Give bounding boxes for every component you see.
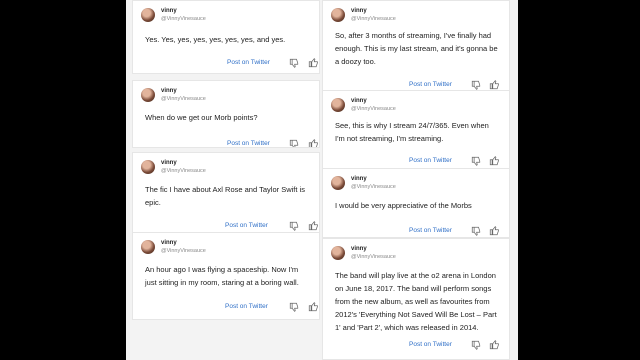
username: vinny	[351, 246, 367, 252]
tweet-card: vinny @VinnyVinesauce So, after 3 months…	[322, 0, 510, 96]
thumbs-up-icon[interactable]	[308, 302, 318, 312]
tweet-card: vinny @VinnyVinesauce Yes. Yes, yes, yes…	[132, 0, 320, 74]
username: vinny	[161, 88, 177, 94]
user-handle: @VinnyVinesauce	[351, 254, 396, 260]
avatar	[141, 88, 155, 102]
username: vinny	[161, 8, 177, 14]
tweet-card: vinny @VinnyVinesauce See, this is why I…	[322, 90, 510, 170]
user-handle: @VinnyVinesauce	[161, 168, 206, 174]
tweet-card: vinny @VinnyVinesauce An hour ago I was …	[132, 232, 320, 320]
post-on-twitter-link[interactable]: Post on Twitter	[409, 81, 452, 88]
user-handle: @VinnyVinesauce	[161, 96, 206, 102]
username: vinny	[351, 8, 367, 14]
tweet-card: vinny @VinnyVinesauce The fic I have abo…	[132, 152, 320, 234]
tweet-text: The band will play live at the o2 arena …	[335, 271, 497, 332]
tweet-card: vinny @VinnyVinesauce The band will play…	[322, 238, 510, 360]
post-on-twitter-link[interactable]: Post on Twitter	[227, 140, 270, 147]
post-on-twitter-link[interactable]: Post on Twitter	[225, 303, 268, 310]
post-on-twitter-link[interactable]: Post on Twitter	[409, 341, 452, 348]
thumbs-down-icon[interactable]	[289, 139, 299, 147]
avatar	[331, 8, 345, 22]
avatar	[141, 160, 155, 174]
thumbs-up-icon[interactable]	[489, 340, 499, 350]
avatar	[141, 8, 155, 22]
thumbs-down-icon[interactable]	[289, 221, 299, 231]
tweet-text: When do we get our Morb points?	[145, 113, 258, 122]
thumbs-up-icon[interactable]	[489, 226, 499, 236]
tweet-card: vinny @VinnyVinesauce When do we get our…	[132, 80, 320, 148]
username: vinny	[351, 176, 367, 182]
tweet-feed-panel: vinny @VinnyVinesauce Yes. Yes, yes, yes…	[126, 0, 518, 360]
avatar	[331, 98, 345, 112]
thumbs-down-icon[interactable]	[289, 302, 299, 312]
user-handle: @VinnyVinesauce	[351, 16, 396, 22]
post-on-twitter-link[interactable]: Post on Twitter	[409, 157, 452, 164]
post-on-twitter-link[interactable]: Post on Twitter	[409, 227, 452, 234]
thumbs-up-icon[interactable]	[308, 139, 318, 147]
thumbs-down-icon[interactable]	[289, 58, 299, 68]
user-handle: @VinnyVinesauce	[161, 16, 206, 22]
thumbs-down-icon[interactable]	[471, 340, 481, 350]
tweet-card: vinny @VinnyVinesauce I would be very ap…	[322, 168, 510, 238]
tweet-text: See, this is why I stream 24/7/365. Even…	[335, 121, 489, 143]
username: vinny	[161, 240, 177, 246]
user-handle: @VinnyVinesauce	[161, 248, 206, 254]
post-on-twitter-link[interactable]: Post on Twitter	[227, 59, 270, 66]
tweet-text: An hour ago I was flying a spaceship. No…	[145, 265, 299, 287]
thumbs-down-icon[interactable]	[471, 80, 481, 90]
user-handle: @VinnyVinesauce	[351, 184, 396, 190]
thumbs-down-icon[interactable]	[471, 226, 481, 236]
thumbs-up-icon[interactable]	[308, 58, 318, 68]
tweet-text: So, after 3 months of streaming, I've fi…	[335, 31, 498, 66]
post-on-twitter-link[interactable]: Post on Twitter	[225, 222, 268, 229]
tweet-text: Yes. Yes, yes, yes, yes, yes, yes, and y…	[145, 35, 286, 44]
tweet-text: I would be very appreciative of the Morb…	[335, 201, 472, 210]
tweet-text: The fic I have about Axl Rose and Taylor…	[145, 185, 305, 207]
avatar	[331, 176, 345, 190]
username: vinny	[351, 98, 367, 104]
user-handle: @VinnyVinesauce	[351, 106, 396, 112]
thumbs-up-icon[interactable]	[489, 80, 499, 90]
avatar	[141, 240, 155, 254]
username: vinny	[161, 160, 177, 166]
avatar	[331, 246, 345, 260]
thumbs-down-icon[interactable]	[471, 156, 481, 166]
thumbs-up-icon[interactable]	[308, 221, 318, 231]
thumbs-up-icon[interactable]	[489, 156, 499, 166]
